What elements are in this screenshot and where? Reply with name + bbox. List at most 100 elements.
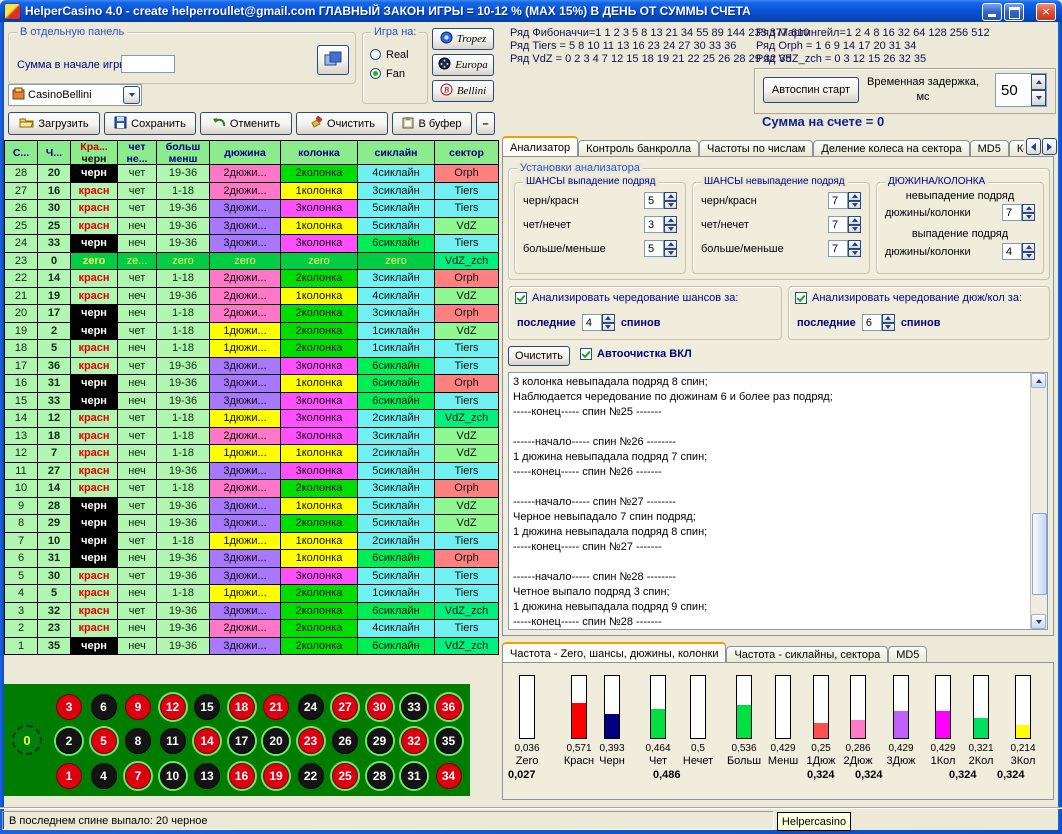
alternation-dozens-checkbox[interactable] [795, 292, 807, 304]
table-row[interactable]: 631черннеч19-363дюжи...1колонка6сиклайнO… [5, 550, 499, 568]
autospin-start-button[interactable]: Автоспин старт [763, 77, 859, 103]
spinner-up[interactable] [664, 240, 677, 249]
spinner-up[interactable] [1022, 243, 1035, 252]
table-row[interactable]: 2716краснчет1-182дюжи...1колонка3сиклайн… [5, 183, 499, 201]
dropdown-arrow[interactable] [123, 86, 140, 104]
spinner-down[interactable] [602, 323, 615, 332]
load-button[interactable]: Загрузить [8, 112, 100, 135]
roulette-number[interactable]: 22 [298, 763, 324, 789]
spinner-down[interactable] [664, 201, 677, 210]
spinner-up[interactable] [848, 240, 861, 249]
tab-main-5[interactable]: Ко [1009, 140, 1024, 157]
spinner-down[interactable] [848, 225, 861, 234]
tab-freq-2[interactable]: MD5 [888, 646, 927, 663]
table-row[interactable]: 530краснчет19-363дюжи...3колонка5сиклайн… [5, 568, 499, 586]
zero-cell[interactable]: 0 [12, 725, 42, 755]
collapse-button[interactable]: – [476, 112, 495, 135]
table-row[interactable]: 1412краснчет1-181дюжи...3колонка2сиклайн… [5, 410, 499, 428]
clear-log-button[interactable]: Очистить [508, 346, 570, 366]
tab-main-1[interactable]: Контроль банкролла [578, 140, 699, 157]
memo-scrollbar[interactable] [1030, 373, 1047, 629]
spinner-down[interactable] [664, 225, 677, 234]
spinner-value[interactable]: 7 [828, 192, 848, 209]
scroll-down-button[interactable] [1031, 614, 1046, 629]
delay-value[interactable]: 50 [996, 74, 1031, 106]
spin-row-spinner[interactable]: 3 [644, 216, 677, 233]
log-memo[interactable]: 3 колонка невыпадала подряд 8 спин;Наблю… [508, 372, 1048, 630]
roulette-number[interactable]: 27 [332, 694, 358, 720]
table-row[interactable]: 332краснчет19-363дюжи...2колонка6сиклайн… [5, 603, 499, 621]
casino-select[interactable]: CasinoBellini [8, 84, 142, 106]
roulette-number[interactable]: 32 [401, 728, 427, 754]
scroll-up-button[interactable] [1031, 373, 1046, 388]
spinner-down[interactable] [882, 323, 895, 332]
minimize-button[interactable] [982, 3, 1002, 21]
dozen-col-hit-spinner[interactable]: 4 [1002, 243, 1035, 260]
table-row[interactable]: 135черннеч19-363дюжи...2колонка6сиклайнV… [5, 638, 499, 656]
roulette-number[interactable]: 25 [332, 763, 358, 789]
table-row[interactable]: 230zeroze...zerozerozerozeroVdZ_zch [5, 253, 499, 271]
spinner-down[interactable] [848, 201, 861, 210]
tab-main-3[interactable]: Деление колеса на сектора [813, 140, 969, 157]
roulette-number[interactable]: 15 [194, 694, 220, 720]
table-row[interactable]: 1533черннеч19-363дюжи...3колонка6сиклайн… [5, 393, 499, 411]
roulette-number[interactable]: 16 [229, 763, 255, 789]
table-row[interactable]: 223красннеч19-362дюжи...2колонка4сиклайн… [5, 620, 499, 638]
table-row[interactable]: 928чернчет19-363дюжи...1колонка5сиклайнV… [5, 498, 499, 516]
roulette-number[interactable]: 28 [367, 763, 393, 789]
roulette-number[interactable]: 13 [194, 763, 220, 789]
casino-button-bellini[interactable]: BBellini [432, 80, 494, 102]
tab-scroll-left[interactable] [1026, 138, 1041, 155]
roulette-number[interactable]: 29 [367, 728, 393, 754]
roulette-number[interactable]: 34 [436, 763, 462, 789]
spinner-up[interactable] [602, 314, 615, 323]
table-row[interactable]: 2820чернчет19-362дюжи...2колонка4сиклайн… [5, 165, 499, 183]
table-row[interactable]: 1631черннеч19-363дюжи...1колонка6сиклайн… [5, 375, 499, 393]
roulette-number[interactable]: 18 [229, 694, 255, 720]
delay-spin-up[interactable] [1031, 74, 1046, 90]
table-row[interactable]: 192чернчет1-181дюжи...2колонка1сиклайнVd… [5, 323, 499, 341]
spinner-up[interactable] [848, 192, 861, 201]
table-row[interactable]: 2214краснчет1-182дюжи...2колонка3сиклайн… [5, 270, 499, 288]
roulette-number[interactable]: 23 [298, 728, 324, 754]
roulette-number[interactable]: 20 [263, 728, 289, 754]
table-row[interactable]: 2630краснчет19-363дюжи...3колонка5сиклай… [5, 200, 499, 218]
undo-button[interactable]: Отменить [200, 112, 292, 135]
spinner-up[interactable] [848, 216, 861, 225]
roulette-number[interactable]: 10 [160, 763, 186, 789]
autoclear-checkbox[interactable] [580, 348, 592, 360]
table-row[interactable]: 1014краснчет1-182дюжи...2колонка3сиклайн… [5, 480, 499, 498]
spinner-value[interactable]: 4 [1002, 243, 1022, 260]
tab-main-2[interactable]: Частоты по числам [699, 140, 813, 157]
title-bar[interactable]: HelperCasino 4.0 - create helperroullet@… [0, 0, 1062, 22]
roulette-number[interactable]: 6 [91, 694, 117, 720]
roulette-number[interactable]: 30 [367, 694, 393, 720]
spinner-up[interactable] [664, 192, 677, 201]
roulette-number[interactable]: 8 [125, 728, 151, 754]
roulette-number[interactable]: 1 [56, 763, 82, 789]
casino-button-europa[interactable]: Europa [432, 54, 494, 76]
spinner-value[interactable]: 6 [862, 314, 882, 331]
tab-freq-1[interactable]: Частота - сиклайны, сектора [726, 646, 888, 663]
spinner-value[interactable]: 7 [828, 216, 848, 233]
save-button[interactable]: Сохранить [104, 112, 196, 135]
spin-row-spinner[interactable]: 5 [644, 240, 677, 257]
roulette-number[interactable]: 11 [160, 728, 186, 754]
spinner-value[interactable]: 3 [644, 216, 664, 233]
tab-main-4[interactable]: MD5 [970, 140, 1009, 157]
roulette-number[interactable]: 33 [401, 694, 427, 720]
spin-row-spinner[interactable]: 5 [644, 192, 677, 209]
roulette-number[interactable]: 17 [229, 728, 255, 754]
table-row[interactable]: 2119красннеч19-362дюжи...1колонка4сиклай… [5, 288, 499, 306]
spinner-down[interactable] [1022, 252, 1035, 261]
radio-real[interactable]: Real [370, 45, 424, 64]
table-row[interactable]: 1318краснчет1-182дюжи...3колонка3сиклайн… [5, 428, 499, 446]
spinner-up[interactable] [882, 314, 895, 323]
alternation-dozens-spinner[interactable]: 6 [862, 314, 895, 331]
table-row[interactable]: 2017черннеч1-182дюжи...2колонка3сиклайнO… [5, 305, 499, 323]
delay-spin-down[interactable] [1031, 90, 1046, 106]
tab-main-0[interactable]: Анализатор [502, 136, 578, 157]
buffer-button[interactable]: В буфер [392, 112, 472, 135]
spinner-value[interactable]: 4 [582, 314, 602, 331]
table-row[interactable]: 2525красннеч19-363дюжи...1колонка5сиклай… [5, 218, 499, 236]
